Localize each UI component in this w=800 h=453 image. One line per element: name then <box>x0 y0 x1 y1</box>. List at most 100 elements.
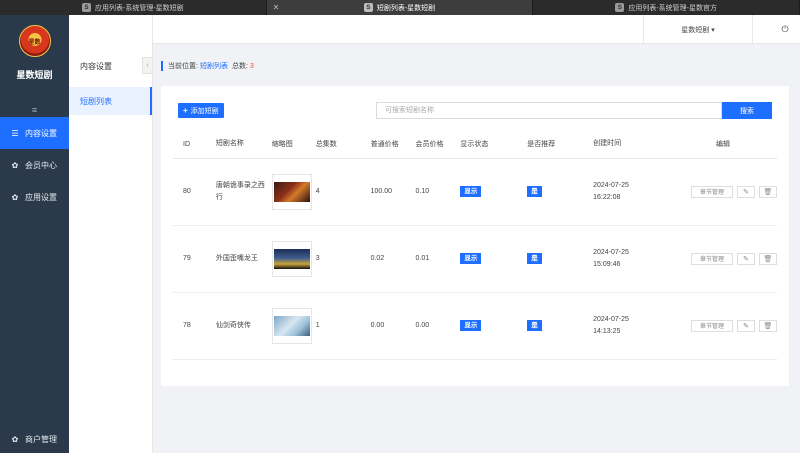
table-header-row: ID 短剧名称 缩略图 总集数 普通价格 会员价格 显示状态 是否推荐 创建时间… <box>173 131 777 159</box>
drama-table: ID 短剧名称 缩略图 总集数 普通价格 会员价格 显示状态 是否推荐 创建时间… <box>173 131 777 360</box>
browser-tab[interactable]: S 应用列表-系统管理-星数短剧 <box>0 0 267 15</box>
created-time: 14:13:25 <box>593 327 621 335</box>
cell-name: 外国歪嘴龙王 <box>215 225 272 293</box>
cell-price: 0.00 <box>370 292 416 360</box>
delete-icon[interactable]: 🗑 <box>759 319 777 332</box>
breadcrumb-current[interactable]: 短剧列表 <box>200 61 228 71</box>
gear-icon: ✿ <box>11 192 19 202</box>
cell-vip-price: 0.00 <box>415 292 461 360</box>
power-icon[interactable]: ⏻ <box>770 15 800 44</box>
gear-icon: ✿ <box>11 160 19 170</box>
thumbnail-picture <box>273 248 310 269</box>
sidebar-item-content[interactable]: ☰ 内容设置 <box>0 117 69 149</box>
created-time: 15:09:46 <box>593 260 621 268</box>
status-badge[interactable]: 显示 <box>460 186 482 197</box>
add-drama-button[interactable]: + 添加短剧 <box>178 103 224 118</box>
total-count: 3 <box>249 62 254 70</box>
chapter-manage-button[interactable]: 章节管理 <box>691 252 733 265</box>
col-price: 普通价格 <box>370 131 416 159</box>
cell-actions: 章节管理 ✎ 🗑 <box>676 292 777 360</box>
thumbnail-image[interactable] <box>271 307 312 344</box>
top-header: 星数短剧 ▾ ⏻ <box>153 15 800 44</box>
tab-title: 应用列表-系统管理-星数短剧 <box>95 4 184 12</box>
recommend-badge[interactable]: 是 <box>527 320 542 331</box>
cell-vip-price: 0.01 <box>415 225 461 293</box>
edit-icon[interactable]: ✎ <box>737 185 755 198</box>
content-card: + 添加短剧 搜索 ID 短剧名称 缩略图 总集数 普通价格 会员价格 显示状态… <box>161 86 789 386</box>
search-button[interactable]: 搜索 <box>722 102 772 119</box>
cell-status: 显示 <box>460 225 528 293</box>
edit-icon[interactable]: ✎ <box>737 319 755 332</box>
browser-tab-bar: S 应用列表-系统管理-星数短剧 ✕ S 短剧列表-星数短剧 S 应用列表-系统… <box>0 0 800 15</box>
edit-icon[interactable]: ✎ <box>737 252 755 265</box>
cell-actions: 章节管理 ✎ 🗑 <box>676 225 777 293</box>
cell-created: 2024-07-25 16:22:08 <box>593 158 676 226</box>
status-badge[interactable]: 显示 <box>460 320 482 331</box>
submenu: 内容设置 ‹ 短剧列表 <box>69 15 153 453</box>
sidebar-item-merchant[interactable]: ✿ 商户管理 <box>0 425 69 453</box>
browser-tab-active[interactable]: ✕ S 短剧列表-星数短剧 <box>266 0 534 15</box>
sidebar-item-label: 商户管理 <box>25 434 57 444</box>
sidebar-item-label: 内容设置 <box>25 128 57 138</box>
col-name: 短剧名称 <box>215 131 272 159</box>
menu-toggle-icon[interactable]: ≡ <box>0 103 69 117</box>
tab-title: 应用列表-系统管理-星数官方 <box>628 4 718 12</box>
cell-recommend: 是 <box>527 225 594 293</box>
user-dropdown[interactable]: 星数短剧 ▾ <box>643 15 753 44</box>
browser-tab[interactable]: S 应用列表-系统管理-星数官方 <box>533 0 800 15</box>
recommend-badge[interactable]: 是 <box>527 186 542 197</box>
cell-status: 显示 <box>460 158 528 226</box>
cell-price: 100.00 <box>370 158 416 226</box>
search-input[interactable] <box>376 102 722 119</box>
table-row: 78 仙剑奇侠传 1 0.00 0.00 显示 是 2024-07-25 14:1… <box>173 292 777 360</box>
list-icon: ☰ <box>11 128 19 138</box>
plus-icon: + <box>183 106 188 115</box>
delete-icon[interactable]: 🗑 <box>759 185 777 198</box>
col-id: ID <box>173 131 216 159</box>
cell-thumb <box>271 158 316 226</box>
sidebar: 星数 星数短剧 ≡ ☰ 内容设置 ✿ 会员中心 ✿ 应用设置 ✿ 商户管理 <box>0 15 69 453</box>
cell-status: 显示 <box>460 292 528 360</box>
recommend-badge[interactable]: 是 <box>527 253 542 264</box>
col-episodes: 总集数 <box>315 131 371 159</box>
breadcrumb-prefix: 当前位置: <box>168 63 198 70</box>
delete-icon[interactable]: 🗑 <box>759 252 777 265</box>
chapter-manage-button[interactable]: 章节管理 <box>691 185 733 198</box>
col-thumb: 缩略图 <box>271 131 316 159</box>
cell-thumb <box>271 225 316 293</box>
cell-recommend: 是 <box>527 292 594 360</box>
submenu-item-drama-list[interactable]: 短剧列表 <box>69 87 152 115</box>
chapter-manage-button[interactable]: 章节管理 <box>691 319 733 332</box>
table-row: 80 唐朝诡事录之西行 4 100.00 0.10 显示 是 2024-07-2… <box>173 158 777 226</box>
sidebar-item-label: 会员中心 <box>25 160 57 170</box>
brand-name: 星数短剧 <box>16 70 53 80</box>
cell-id: 80 <box>173 158 216 226</box>
col-recommend: 是否推荐 <box>527 131 594 159</box>
thumbnail-image[interactable] <box>271 173 312 210</box>
submenu-title: 内容设置 <box>80 61 112 71</box>
cell-id: 78 <box>173 292 216 360</box>
sidebar-item-members[interactable]: ✿ 会员中心 <box>0 149 69 181</box>
col-vip-price: 会员价格 <box>415 131 461 159</box>
add-drama-label: 添加短剧 <box>190 107 219 115</box>
breadcrumb: 当前位置: 短剧列表 总数: 3 <box>161 61 254 71</box>
created-date: 2024-07-25 <box>593 248 629 256</box>
collapse-icon[interactable]: ‹ <box>142 57 152 74</box>
tab-title: 短剧列表-星数短剧 <box>376 4 436 12</box>
gear-icon: ✿ <box>11 434 19 444</box>
cell-episodes: 3 <box>315 225 371 293</box>
thumbnail-picture <box>273 181 310 202</box>
sidebar-item-app-settings[interactable]: ✿ 应用设置 <box>0 181 69 213</box>
favicon-icon: S <box>82 3 91 12</box>
cell-thumb <box>271 292 316 360</box>
cell-episodes: 4 <box>315 158 371 226</box>
brand-logo: 星数 <box>18 25 51 57</box>
thumbnail-image[interactable] <box>271 240 312 277</box>
logo-text: 星数 <box>28 39 41 46</box>
status-badge[interactable]: 显示 <box>460 253 482 264</box>
close-tab-icon[interactable]: ✕ <box>273 3 280 12</box>
total-label: 总数: <box>231 63 248 70</box>
cell-id: 79 <box>173 225 216 293</box>
col-status: 显示状态 <box>460 131 528 159</box>
logo-area: 星数 星数短剧 <box>0 15 69 103</box>
